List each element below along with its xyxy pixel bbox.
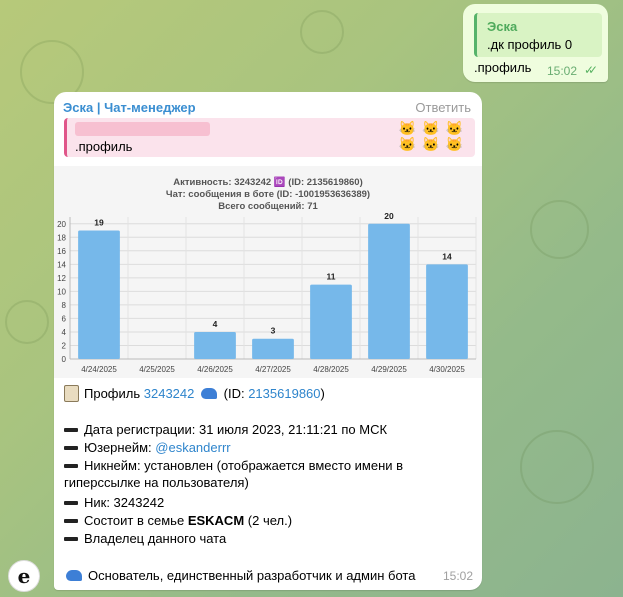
username-link[interactable]: @eskanderrr xyxy=(155,440,230,455)
bar xyxy=(426,264,468,359)
activity-chart-svg: Активность: 3243242 🆔 (ID: 2135619860)Ча… xyxy=(57,176,477,374)
avatar-letter: e xyxy=(17,564,31,588)
data-label: 19 xyxy=(94,218,104,228)
background-doodle xyxy=(520,430,594,504)
y-tick-label: 18 xyxy=(57,233,66,242)
founder-text: Основатель, единственный разработчик и а… xyxy=(88,568,416,583)
dash-icon xyxy=(64,518,78,523)
y-tick-label: 6 xyxy=(62,314,67,323)
dash-icon xyxy=(64,427,78,432)
id-label: (ID: xyxy=(223,386,245,401)
bar xyxy=(368,223,410,359)
bar xyxy=(252,338,294,359)
reply-quote[interactable]: Эска .дк профиль 0 xyxy=(474,13,602,57)
x-tick-label: 4/27/2025 xyxy=(255,365,291,374)
nickname-line: Никнейм: установлен (отображается вместо… xyxy=(64,458,403,473)
family-label: Состоит в семье xyxy=(84,513,185,528)
background-doodle xyxy=(5,300,49,344)
quote-author: Эска xyxy=(487,19,518,34)
x-tick-label: 4/29/2025 xyxy=(371,365,407,374)
data-label: 14 xyxy=(442,251,452,261)
activity-chart[interactable]: Активность: 3243242 🆔 (ID: 2135619860) Ча… xyxy=(54,166,482,378)
username-label: Юзернейм: xyxy=(84,440,152,455)
x-tick-label: 4/28/2025 xyxy=(313,365,349,374)
owner-text: Владелец данного чата xyxy=(84,531,227,546)
dash-icon xyxy=(64,445,78,450)
cap-icon xyxy=(66,570,82,582)
family-line: Состоит в семье ESKACM (2 чел.) xyxy=(64,513,292,528)
cat-pattern-icon: 🐱🐱🐱 🐱🐱🐱 xyxy=(398,120,469,152)
double-check-icon: ✓✓ xyxy=(584,63,598,77)
chart-title-line: Активность: 3243242 🆔 (ID: 2135619860) xyxy=(173,176,363,188)
y-tick-label: 14 xyxy=(57,260,66,269)
background-doodle xyxy=(300,10,344,54)
profile-nick-link[interactable]: 3243242 xyxy=(144,386,195,401)
family-count: (2 чел.) xyxy=(247,513,293,528)
x-tick-label: 4/26/2025 xyxy=(197,365,233,374)
y-tick-label: 16 xyxy=(57,247,66,256)
y-tick-label: 4 xyxy=(62,328,67,337)
message-time: 15:02 xyxy=(442,569,473,583)
y-tick-label: 0 xyxy=(62,355,67,364)
quote-text: .профиль xyxy=(75,139,133,154)
data-label: 4 xyxy=(213,319,218,329)
avatar[interactable]: e xyxy=(8,560,40,592)
sender-name[interactable]: Эска | Чат-менеджер xyxy=(63,100,196,115)
reply-quote[interactable]: .профиль 🐱🐱🐱 🐱🐱🐱 xyxy=(64,118,475,157)
hidden-author-name xyxy=(75,122,210,136)
dash-icon xyxy=(64,463,78,468)
chart-title-line: Чат: сообщения в боте (ID: -100195363638… xyxy=(166,189,370,200)
x-tick-label: 4/25/2025 xyxy=(139,365,175,374)
profile-label: Профиль xyxy=(84,386,141,401)
founder-line: Основатель, единственный разработчик и а… xyxy=(64,568,415,583)
bar xyxy=(310,284,352,359)
family-name: ESKACM xyxy=(187,513,245,528)
profile-id-link[interactable]: 2135619860 xyxy=(248,386,320,401)
plot-area xyxy=(70,217,476,359)
owner-line: Владелец данного чата xyxy=(64,531,226,546)
username-line: Юзернейм: @eskanderrr xyxy=(64,440,231,455)
background-doodle xyxy=(530,200,589,259)
reg-date: Дата регистрации: 31 июля 2023, 21:11:21… xyxy=(84,422,388,437)
message-time: 15:02 xyxy=(547,64,578,78)
nickname-text: Никнейм: установлен (отображается вместо… xyxy=(84,458,404,473)
y-tick-label: 8 xyxy=(62,301,67,310)
bar xyxy=(78,230,120,359)
bar xyxy=(194,331,236,359)
data-label: 20 xyxy=(384,211,394,221)
y-tick-label: 12 xyxy=(57,274,66,283)
outgoing-message[interactable]: Эска .дк профиль 0 .профиль 15:02 ✓✓ xyxy=(463,4,608,82)
y-tick-label: 10 xyxy=(57,287,66,296)
chart-title-line: Всего сообщений: 71 xyxy=(218,201,318,212)
data-label: 3 xyxy=(271,326,276,336)
clipboard-icon xyxy=(64,385,79,403)
nick-text: Ник: 3243242 xyxy=(84,495,165,510)
reg-date-line: Дата регистрации: 31 июля 2023, 21:11:21… xyxy=(64,422,387,437)
dash-icon xyxy=(64,500,78,505)
profile-header: Профиль 3243242 (ID: 2135619860) xyxy=(64,385,325,403)
y-tick-label: 20 xyxy=(57,220,66,229)
nick-line: Ник: 3243242 xyxy=(64,495,164,510)
nickname-line-cont: гиперссылке на пользователя) xyxy=(64,475,249,490)
reply-button[interactable]: Ответить xyxy=(415,100,471,115)
data-label: 11 xyxy=(327,272,336,282)
incoming-message[interactable]: Эска | Чат-менеджер Ответить .профиль 🐱🐱… xyxy=(54,92,482,590)
dash-icon xyxy=(64,536,78,541)
nickname-text-cont: гиперссылке на пользователя) xyxy=(64,475,249,490)
y-tick-label: 2 xyxy=(62,341,67,350)
id-close: ) xyxy=(320,386,325,401)
message-text: .профиль xyxy=(474,60,532,75)
x-tick-label: 4/24/2025 xyxy=(81,365,117,374)
cap-icon xyxy=(201,388,217,400)
x-tick-label: 4/30/2025 xyxy=(429,365,465,374)
quote-text: .дк профиль 0 xyxy=(487,37,573,52)
